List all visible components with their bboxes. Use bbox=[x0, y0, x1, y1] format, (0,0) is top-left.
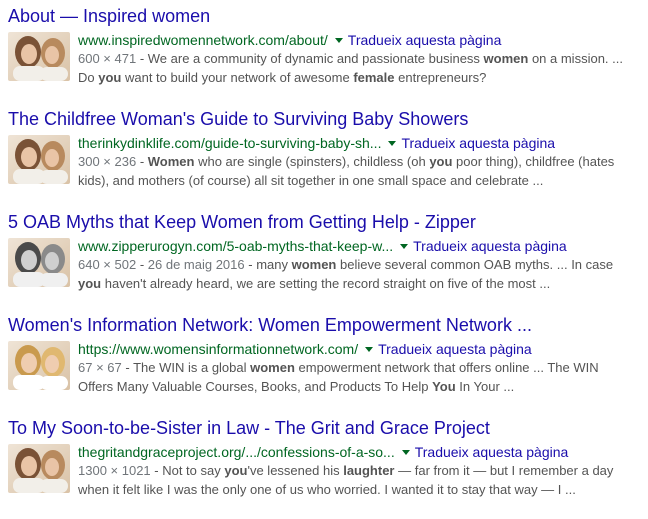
result-snippet: 600 × 471 - We are a community of dynami… bbox=[78, 49, 644, 87]
highlighted-keyword: women bbox=[291, 257, 337, 272]
highlighted-keyword: you bbox=[98, 70, 122, 85]
result-title-link[interactable]: Women's Information Network: Women Empow… bbox=[8, 313, 644, 337]
result-url-line: www.zipperurogyn.com/5-oab-myths-that-ke… bbox=[78, 237, 644, 255]
result-url[interactable]: https://www.womensinformationnetwork.com… bbox=[78, 341, 358, 357]
result-snippet: 1300 × 1021 - Not to say you've lessened… bbox=[78, 461, 644, 499]
translate-page-link[interactable]: Tradueix aquesta pàgina bbox=[401, 135, 555, 151]
snippet-line: 300 × 236 - Women who are single (spinst… bbox=[78, 154, 615, 169]
result-snippet: 640 × 502 - 26 de maig 2016 - many women… bbox=[78, 255, 644, 293]
highlighted-keyword: you bbox=[78, 276, 102, 291]
image-dimensions: 600 × 471 bbox=[78, 51, 137, 66]
result-url[interactable]: thegritandgraceproject.org/.../confessio… bbox=[78, 444, 395, 460]
result-text: www.inspiredwomennetwork.com/about/Tradu… bbox=[78, 31, 644, 87]
result-body: thegritandgraceproject.org/.../confessio… bbox=[8, 444, 644, 498]
result-thumbnail[interactable] bbox=[8, 238, 70, 287]
caret-down-icon[interactable] bbox=[401, 449, 410, 455]
result-title-link[interactable]: The Childfree Woman's Guide to Surviving… bbox=[8, 107, 644, 131]
caret-down-icon[interactable] bbox=[365, 346, 374, 352]
result-snippet: 300 × 236 - Women who are single (spinst… bbox=[78, 152, 644, 190]
snippet-line: Do you want to build your network of awe… bbox=[78, 70, 487, 85]
result-title-link[interactable]: 5 OAB Myths that Keep Women from Getting… bbox=[8, 210, 644, 234]
highlighted-keyword: female bbox=[353, 70, 395, 85]
image-dimensions: 640 × 502 bbox=[78, 257, 137, 272]
translate-page-link[interactable]: Tradueix aquesta pàgina bbox=[415, 444, 569, 460]
search-result: 5 OAB Myths that Keep Women from Getting… bbox=[8, 210, 644, 313]
highlighted-keyword: Women bbox=[147, 154, 195, 169]
caret-down-icon[interactable] bbox=[334, 37, 343, 43]
result-title-link[interactable]: About — Inspired women bbox=[8, 4, 644, 28]
highlighted-keyword: laughter bbox=[343, 463, 395, 478]
snippet-line: 1300 × 1021 - Not to say you've lessened… bbox=[78, 463, 614, 478]
result-body: www.zipperurogyn.com/5-oab-myths-that-ke… bbox=[8, 238, 644, 292]
highlighted-keyword: you bbox=[224, 463, 248, 478]
result-snippet: 67 × 67 - The WIN is a global women empo… bbox=[78, 358, 644, 396]
highlighted-keyword: You bbox=[432, 379, 456, 394]
result-url-line: www.inspiredwomennetwork.com/about/Tradu… bbox=[78, 31, 644, 49]
translate-page-link[interactable]: Tradueix aquesta pàgina bbox=[378, 341, 532, 357]
snippet-line: Offers Many Valuable Courses, Books, and… bbox=[78, 379, 515, 394]
search-result: Women's Information Network: Women Empow… bbox=[8, 313, 644, 416]
result-title-link[interactable]: To My Soon-to-be-Sister in Law - The Gri… bbox=[8, 416, 644, 440]
result-text: https://www.womensinformationnetwork.com… bbox=[78, 340, 644, 396]
caret-down-icon[interactable] bbox=[388, 140, 397, 146]
translate-page-link[interactable]: Tradueix aquesta pàgina bbox=[413, 238, 567, 254]
result-thumbnail[interactable] bbox=[8, 32, 70, 81]
snippet-line: 640 × 502 - 26 de maig 2016 - many women… bbox=[78, 257, 614, 272]
highlighted-keyword: you bbox=[429, 154, 453, 169]
highlighted-keyword: women bbox=[483, 51, 529, 66]
image-dimensions: 300 × 236 bbox=[78, 154, 137, 169]
result-thumbnail[interactable] bbox=[8, 341, 70, 390]
result-text: therinkydinklife.com/guide-to-surviving-… bbox=[78, 134, 644, 190]
result-date: 26 de maig 2016 bbox=[147, 257, 245, 272]
highlighted-keyword: women bbox=[250, 360, 295, 375]
image-dimensions: 67 × 67 bbox=[78, 360, 122, 375]
snippet-line: 67 × 67 - The WIN is a global women empo… bbox=[78, 360, 599, 375]
snippet-line: you haven't already heard, we are settin… bbox=[78, 276, 551, 291]
search-result: The Childfree Woman's Guide to Surviving… bbox=[8, 107, 644, 210]
result-url-line: https://www.womensinformationnetwork.com… bbox=[78, 340, 644, 358]
result-text: thegritandgraceproject.org/.../confessio… bbox=[78, 443, 644, 499]
result-body: www.inspiredwomennetwork.com/about/Tradu… bbox=[8, 32, 644, 86]
translate-page-link[interactable]: Tradueix aquesta pàgina bbox=[348, 32, 502, 48]
search-result: About — Inspired women www.inspiredwomen… bbox=[8, 4, 644, 107]
result-url-line: thegritandgraceproject.org/.../confessio… bbox=[78, 443, 644, 461]
search-result: To My Soon-to-be-Sister in Law - The Gri… bbox=[8, 416, 644, 519]
snippet-line: when it felt like I was the only one of … bbox=[78, 482, 576, 497]
result-url[interactable]: www.zipperurogyn.com/5-oab-myths-that-ke… bbox=[78, 238, 393, 254]
result-thumbnail[interactable] bbox=[8, 444, 70, 493]
snippet-line: kids), and mothers (of course) all sit t… bbox=[78, 173, 544, 188]
result-body: therinkydinklife.com/guide-to-surviving-… bbox=[8, 135, 644, 189]
result-url[interactable]: therinkydinklife.com/guide-to-surviving-… bbox=[78, 135, 381, 151]
result-url-line: therinkydinklife.com/guide-to-surviving-… bbox=[78, 134, 644, 152]
caret-down-icon[interactable] bbox=[400, 243, 409, 249]
result-body: https://www.womensinformationnetwork.com… bbox=[8, 341, 644, 395]
result-url[interactable]: www.inspiredwomennetwork.com/about/ bbox=[78, 32, 328, 48]
search-results-list: About — Inspired women www.inspiredwomen… bbox=[8, 4, 644, 519]
image-dimensions: 1300 × 1021 bbox=[78, 463, 151, 478]
snippet-line: 600 × 471 - We are a community of dynami… bbox=[78, 51, 623, 66]
result-text: www.zipperurogyn.com/5-oab-myths-that-ke… bbox=[78, 237, 644, 293]
result-thumbnail[interactable] bbox=[8, 135, 70, 184]
